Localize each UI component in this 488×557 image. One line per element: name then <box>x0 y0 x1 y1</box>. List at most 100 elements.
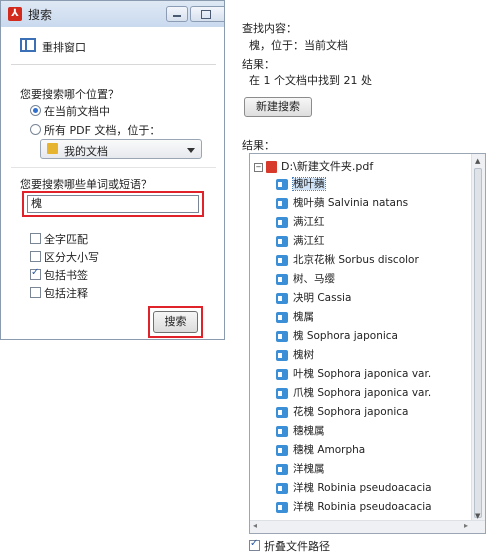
result-item[interactable]: 洋槐 Robinia pseudoacacia <box>276 498 432 516</box>
scroll-right-icon[interactable]: ▸ <box>464 521 468 530</box>
scroll-up-icon[interactable]: ▲ <box>475 157 480 165</box>
title-bar: ⅄ 搜索 <box>1 1 224 27</box>
divider <box>11 64 216 65</box>
result-item[interactable]: 槐属 <box>276 308 314 326</box>
result-item-label: 树、马缨 <box>293 273 335 285</box>
result-item[interactable]: 花槐 Sophora japonica <box>276 403 408 421</box>
include-bookmarks-checkbox[interactable] <box>30 267 41 280</box>
pdf-file-icon <box>266 161 277 173</box>
result-arrow-icon <box>276 349 288 361</box>
results-label: 结果： <box>242 139 275 152</box>
minimize-button[interactable] <box>166 6 188 22</box>
collapse-path-checkbox[interactable] <box>249 538 260 551</box>
result-arrow-icon <box>276 406 288 418</box>
result-item-label: 槐属 <box>293 311 314 323</box>
find-label: 查找内容： <box>242 22 297 35</box>
result-item[interactable]: 叶槐 Sophora japonica var. <box>276 365 431 383</box>
result-arrow-icon <box>276 197 288 209</box>
result-item[interactable]: 槐 Sophora japonica <box>276 327 398 345</box>
case-sensitive-checkbox[interactable] <box>30 251 41 262</box>
result-item-label: 爪槐 Sophora japonica var. <box>293 387 432 399</box>
results-tree[interactable]: − D:\新建文件夹.pdf 槐叶蘋 槐叶蘋 Salvinia natans 满江红满… <box>249 153 486 534</box>
result-item[interactable]: 穗槐属 <box>276 422 325 440</box>
result-item-label: 洋槐属 <box>293 463 325 475</box>
result-item-label: 槐叶蘋 <box>292 177 326 191</box>
scroll-left-icon[interactable]: ◂ <box>253 521 257 530</box>
result-item[interactable]: 槐树 <box>276 346 314 364</box>
whole-word-label[interactable]: 全字匹配 <box>44 231 88 247</box>
result-arrow-icon <box>276 292 288 304</box>
scroll-thumb[interactable] <box>474 168 482 518</box>
chevron-down-icon <box>187 148 195 153</box>
result-item-label: 北京花楸 Sorbus discolor <box>293 254 419 266</box>
result-arrow-icon <box>276 482 288 494</box>
result-arrow-icon <box>276 425 288 437</box>
result-item-label: 穗槐属 <box>293 425 325 437</box>
where-question: 您要搜索哪个位置？ <box>20 88 119 101</box>
horizontal-scrollbar[interactable]: ◂ ▸ <box>250 520 485 533</box>
result-item[interactable]: 满江红 <box>276 213 325 231</box>
collapse-path-label[interactable]: 折叠文件路径 <box>264 538 330 554</box>
tree-root[interactable]: − D:\新建文件夹.pdf <box>254 158 374 173</box>
collapse-toggle-icon[interactable]: − <box>254 162 263 172</box>
acrobat-icon: ⅄ <box>8 7 22 21</box>
result-summary: 在 1 个文档中找到 21 处 <box>249 74 372 87</box>
case-sensitive-label[interactable]: 区分大小写 <box>44 249 99 265</box>
folder-value: 我的文档 <box>64 145 108 158</box>
result-arrow-icon <box>276 273 288 285</box>
search-window: ⅄ 搜索 重排窗口 您要搜索哪个位置？ 在当前文档中 所有 PDF 文档，位于：… <box>0 0 225 340</box>
result-item[interactable]: 穗槐 Amorpha <box>276 441 365 459</box>
result-arrow-icon <box>276 216 288 228</box>
result-arrow-icon <box>276 254 288 266</box>
result-arrow-icon <box>276 178 288 190</box>
result-arrow-icon <box>276 463 288 475</box>
window-title: 搜索 <box>28 8 53 22</box>
include-bookmarks-label[interactable]: 包括书签 <box>44 267 88 283</box>
include-comments-checkbox[interactable] <box>30 287 41 298</box>
result-item-label: 满江红 <box>293 235 325 247</box>
result-item-label: 决明 Cassia <box>293 292 352 304</box>
result-label: 结果： <box>242 58 275 71</box>
result-item[interactable]: 树、马缨 <box>276 270 335 288</box>
result-item-label: 槐 Sophora japonica <box>293 330 398 342</box>
folder-dropdown[interactable]: 我的文档 <box>40 139 202 159</box>
result-item-label: 穗槐 Amorpha <box>293 444 366 456</box>
current-document-radio[interactable] <box>30 105 41 116</box>
scroll-down-icon[interactable]: ▼ <box>475 512 480 520</box>
result-arrow-icon <box>276 501 288 513</box>
divider <box>11 167 216 168</box>
result-arrow-icon <box>276 368 288 380</box>
result-item[interactable]: 洋槐 Robinia pseudoacacia <box>276 479 432 497</box>
result-arrow-icon <box>276 311 288 323</box>
result-item-label: 叶槐 Sophora japonica var. <box>293 368 432 380</box>
maximize-button[interactable] <box>190 6 224 22</box>
rearrange-window-link[interactable]: 重排窗口 <box>42 39 86 55</box>
result-item-label: 洋槐 Robinia pseudoacacia <box>293 482 432 494</box>
result-item[interactable]: 爪槐 Sophora japonica var. <box>276 384 431 402</box>
search-input[interactable]: 槐 <box>27 195 199 213</box>
result-item-label: 洋槐 Robinia pseudoacacia <box>293 501 432 513</box>
all-pdf-radio[interactable] <box>30 124 41 135</box>
folder-icon <box>47 143 58 154</box>
vertical-scrollbar[interactable]: ▲ ▼ <box>471 154 485 521</box>
find-value: 槐，位于：当前文档 <box>249 39 348 52</box>
result-item[interactable]: 北京花楸 Sorbus discolor <box>276 251 419 269</box>
result-arrow-icon <box>276 444 288 456</box>
result-arrow-icon <box>276 235 288 247</box>
result-item[interactable]: 槐叶蘋 <box>276 175 326 193</box>
result-item[interactable]: 槐叶蘋 Salvinia natans <box>276 194 408 212</box>
whole-word-checkbox[interactable] <box>30 233 41 244</box>
rearrange-window-icon[interactable] <box>20 38 36 52</box>
result-item-label: 槐树 <box>293 349 314 361</box>
result-item[interactable]: 洋槐属 <box>276 460 325 478</box>
new-search-button[interactable]: 新建搜索 <box>244 97 312 117</box>
result-item-label: 花槐 Sophora japonica <box>293 406 409 418</box>
words-question: 您要搜索哪些单词或短语？ <box>20 178 152 191</box>
all-pdf-label[interactable]: 所有 PDF 文档，位于： <box>44 122 160 138</box>
result-item[interactable]: 决明 Cassia <box>276 289 351 307</box>
include-comments-label[interactable]: 包括注释 <box>44 285 88 301</box>
root-path: D:\新建文件夹.pdf <box>281 160 374 173</box>
search-button[interactable]: 搜索 <box>153 311 198 333</box>
current-document-label[interactable]: 在当前文档中 <box>44 103 110 119</box>
result-item[interactable]: 满江红 <box>276 232 325 250</box>
